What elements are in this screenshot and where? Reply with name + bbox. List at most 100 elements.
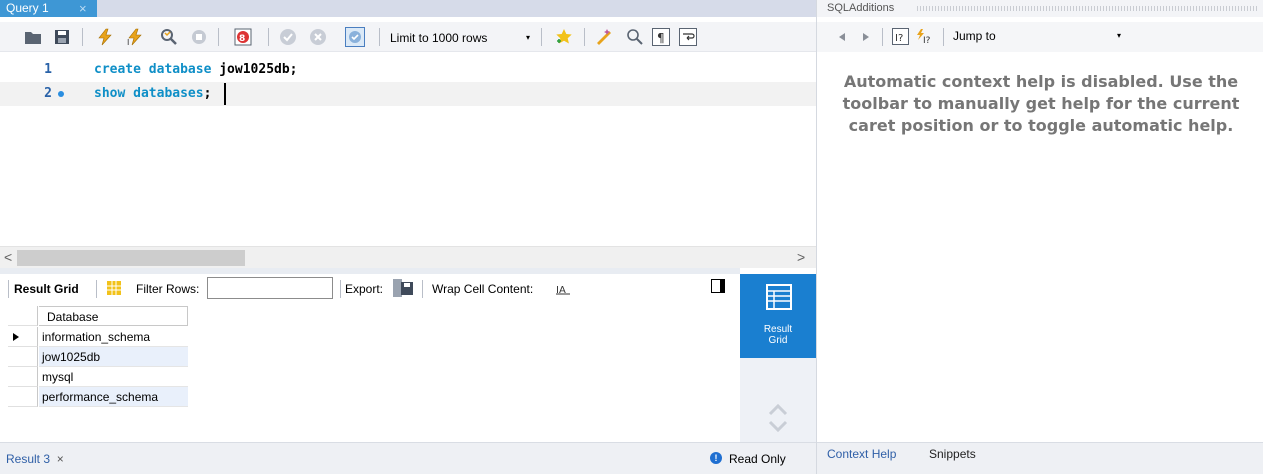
separator (340, 280, 341, 298)
editor-line-1: 1 create database jow1025db; (0, 58, 816, 82)
code-text: create database jow1025db; (94, 58, 298, 82)
close-icon[interactable]: × (57, 452, 64, 466)
wrap-cell-icon[interactable]: IA (556, 282, 570, 295)
label-line-2: Grid (768, 335, 788, 346)
line-number: 1 (44, 62, 52, 77)
context-help-toolbar: I? I? Jump to ▾ (817, 22, 1263, 52)
panel-toggle-icon[interactable] (711, 279, 725, 293)
separator (96, 280, 97, 298)
tab-query-1[interactable]: Query 1 × (0, 0, 97, 17)
table-cell[interactable]: information_schema (39, 327, 188, 347)
close-icon[interactable]: × (79, 0, 87, 17)
beautify-icon[interactable] (595, 28, 613, 46)
drag-handle[interactable] (917, 6, 1257, 11)
separator (82, 28, 83, 46)
table-cell[interactable]: jow1025db (39, 347, 188, 367)
svg-text:¶: ¶ (657, 31, 665, 45)
jump-to-select[interactable]: Jump to (953, 29, 996, 43)
separator (379, 28, 380, 46)
code-text: show databases; (94, 82, 211, 106)
scroll-left-icon[interactable]: < (4, 249, 12, 265)
sql-identifier: ; (203, 86, 212, 101)
toggle-error-icon[interactable]: 8 (234, 28, 252, 46)
rollback-icon[interactable] (309, 28, 327, 46)
result-side-panel: Result Grid (740, 274, 816, 442)
info-icon: ! (710, 452, 722, 464)
table-row[interactable]: performance_schema (8, 387, 188, 407)
invisible-chars-icon[interactable]: ¶ (652, 28, 670, 46)
forward-icon[interactable] (863, 33, 869, 41)
stop-icon[interactable] (190, 28, 208, 46)
result-grid-label[interactable]: Result Grid (14, 282, 79, 296)
query-pane: Query 1 × I 8 Limit to 1000 rows ▾ ¶ 1 c… (0, 0, 816, 474)
tab-label: Result 3 (6, 452, 51, 466)
scroll-panels-icon[interactable] (768, 402, 788, 434)
execute-icon[interactable] (96, 28, 114, 46)
filter-rows-input[interactable] (207, 277, 333, 299)
save-icon[interactable] (53, 28, 71, 46)
table-row[interactable]: mysql (8, 367, 188, 387)
sql-keyword: create database (94, 62, 212, 77)
read-only-label: Read Only (729, 452, 786, 466)
separator (584, 28, 585, 46)
separator (882, 28, 883, 46)
explain-icon[interactable] (160, 28, 178, 46)
result-toolbar: Result Grid Filter Rows: Export: Wrap Ce… (0, 274, 740, 304)
sql-additions-pane: SQLAdditions I? I? Jump to ▾ Automatic c… (816, 0, 1263, 474)
workbench-window: Query 1 × I 8 Limit to 1000 rows ▾ ¶ 1 c… (0, 0, 1263, 474)
limit-rows-select[interactable]: Limit to 1000 rows ▾ (390, 28, 540, 48)
table-cell[interactable]: mysql (39, 367, 188, 387)
statement-marker-icon (58, 91, 64, 97)
wrap-lines-icon[interactable] (679, 28, 697, 46)
row-indicator (8, 367, 38, 387)
separator (541, 28, 542, 46)
separator (8, 280, 9, 298)
chevron-down-icon[interactable]: ▾ (1117, 31, 1121, 40)
auto-help-icon[interactable]: I? (915, 28, 935, 45)
grid-icon (766, 284, 792, 310)
context-help-message: Automatic context help is disabled. Use … (842, 72, 1240, 135)
find-icon[interactable] (626, 28, 644, 46)
column-header[interactable]: Database (39, 306, 188, 326)
export-icon[interactable] (393, 279, 413, 297)
tab-context-help[interactable]: Context Help (827, 447, 896, 461)
result-grid-button[interactable]: Result Grid (740, 274, 816, 358)
horizontal-scrollbar[interactable]: < > (0, 246, 816, 268)
wrap-cell-label: Wrap Cell Content: (432, 282, 534, 296)
editor-tabstrip: Query 1 × (0, 0, 816, 17)
separator (218, 28, 219, 46)
table-cell[interactable]: performance_schema (39, 387, 188, 407)
text-caret (224, 83, 226, 105)
tab-result-3[interactable]: Result 3 × (6, 452, 64, 466)
svg-text:I?: I? (923, 36, 931, 45)
filter-rows-label: Filter Rows: (136, 282, 200, 296)
sql-toolbar: I 8 Limit to 1000 rows ▾ ¶ (0, 22, 816, 52)
open-folder-icon[interactable] (24, 28, 42, 46)
chevron-down-icon: ▾ (526, 33, 531, 42)
back-icon[interactable] (839, 33, 845, 41)
table-row[interactable]: information_schema (8, 327, 188, 347)
scroll-right-icon[interactable]: > (797, 249, 805, 265)
table-row[interactable]: jow1025db (8, 347, 188, 367)
separator (268, 28, 269, 46)
sql-identifier: jow1025db; (211, 62, 298, 77)
row-indicator (8, 306, 38, 326)
row-indicator (8, 387, 38, 407)
label-line-1: Result (763, 324, 793, 335)
separator (943, 28, 944, 46)
export-label: Export: (345, 282, 384, 296)
add-bookmark-icon[interactable] (555, 28, 573, 46)
limit-label: Limit to 1000 rows (390, 31, 488, 45)
sql-additions-title: SQLAdditions (827, 2, 895, 14)
line-number: 2 (44, 86, 52, 101)
svg-text:I?: I? (895, 33, 903, 44)
execute-current-icon[interactable]: I (126, 28, 144, 46)
sql-editor[interactable]: 1 create database jow1025db; 2 show data… (0, 53, 816, 245)
grid-view-icon[interactable] (107, 281, 121, 295)
scroll-thumb[interactable] (17, 250, 245, 266)
autocommit-icon[interactable] (345, 27, 365, 47)
tab-snippets[interactable]: Snippets (929, 447, 976, 461)
manual-help-icon[interactable]: I? (892, 28, 909, 45)
commit-icon[interactable] (279, 28, 297, 46)
tab-label: Query 1 (6, 1, 49, 15)
